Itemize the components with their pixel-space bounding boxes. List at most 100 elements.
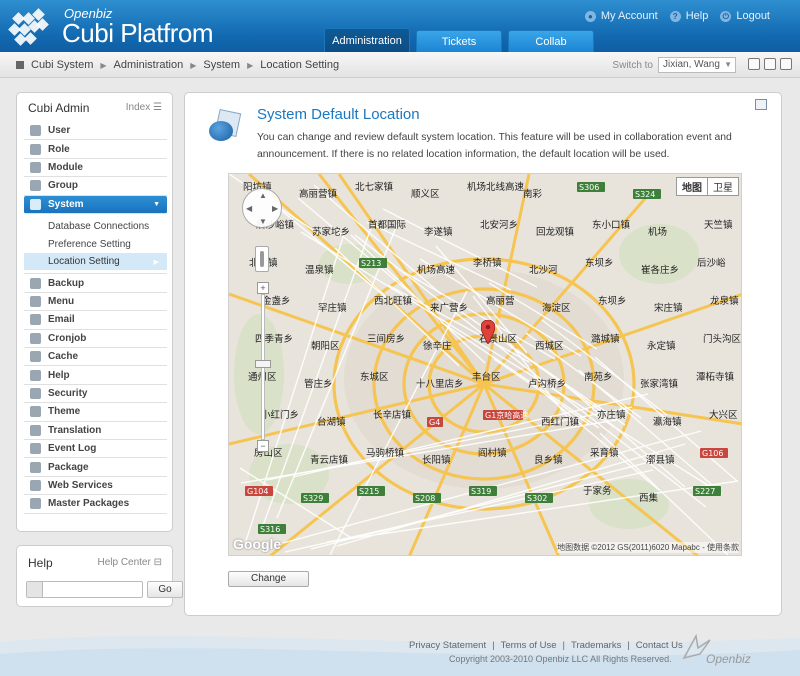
sidebar-item-cache[interactable]: Cache [24, 348, 167, 367]
sidebar-item-role[interactable]: Role [24, 140, 167, 159]
map-place-label: 十八里店乡 [416, 378, 464, 390]
help-link[interactable]: ? Help [669, 10, 709, 22]
main-tabs: Administration Tickets Collab [324, 28, 594, 52]
tab-administration[interactable]: Administration [324, 28, 410, 52]
help-panel: Help Help Center ⊟ Go [16, 545, 183, 607]
location-map[interactable]: 阳坊镇高丽营镇北七家镇顺义区机场北线高速南彩S306S324S309后沙峪镇苏家… [228, 173, 742, 556]
sidebar-index-link[interactable]: Index ☰ [126, 102, 162, 113]
edit-icon[interactable] [748, 58, 760, 70]
breadcrumb-item[interactable]: System [203, 59, 240, 71]
change-button[interactable]: Change [228, 571, 309, 587]
pan-down-icon[interactable]: ▼ [259, 217, 267, 226]
map-place-label: 台湖镇 [317, 416, 346, 428]
sidebar-item-group[interactable]: Group [24, 177, 167, 196]
translation-icon [30, 424, 41, 436]
sidebar-item-system[interactable]: System ▼ [24, 195, 167, 214]
toolbar-icons [748, 58, 792, 70]
help-center-link[interactable]: Help Center ⊟ [97, 557, 162, 568]
sidebar-item-menu[interactable]: Menu [24, 293, 167, 312]
map-place-label: 崔各庄乡 [641, 264, 679, 276]
map-place-label: 漷县镇 [646, 454, 675, 466]
breadcrumb-bar: Cubi System ▶ Administration ▶ System ▶ … [0, 52, 800, 78]
breadcrumb-item[interactable]: Administration [114, 59, 184, 71]
map-place-label: 顺义区 [411, 189, 440, 200]
map-marker-icon[interactable] [481, 320, 495, 344]
sidebar-item-email[interactable]: Email [24, 311, 167, 330]
map-place-label: 三间房乡 [367, 333, 405, 345]
sidebar-item-label: Group [48, 180, 78, 192]
map-place-label: 回龙观镇 [536, 226, 575, 238]
sidebar-item-translation[interactable]: Translation [24, 422, 167, 440]
pan-up-icon[interactable]: ▲ [259, 191, 267, 200]
pan-right-icon[interactable]: ▶ [272, 204, 278, 213]
sidebar-item-help[interactable]: Help [24, 366, 167, 385]
map-place-label: 北安河乡 [480, 219, 518, 231]
breadcrumb-separator-icon: ▶ [190, 60, 197, 70]
map-place-label: 西城区 [535, 341, 564, 352]
switch-user-select[interactable]: Jixian, Wang ▼ [658, 57, 736, 73]
sidebar-subitem-location-setting[interactable]: Location Setting ▶ [24, 252, 167, 271]
sidebar-subitem-label: Location Setting [48, 256, 120, 268]
sidebar-item-event-log[interactable]: Event Log [24, 440, 167, 459]
package-icon [30, 461, 41, 473]
sidebar-item-cronjob[interactable]: Cronjob [24, 330, 167, 349]
page-description: You can change and review default system… [257, 132, 732, 160]
logout-link[interactable]: ⏻ Logout [720, 10, 770, 22]
map-place-label: 西北旺镇 [374, 295, 413, 307]
sidebar-item-theme[interactable]: Theme [24, 403, 167, 422]
sidebar-item-security[interactable]: Security [24, 385, 167, 404]
map-place-label: 龙泉镇 [710, 295, 739, 307]
map-canvas[interactable]: 阳坊镇高丽营镇北七家镇顺义区机场北线高速南彩S306S324S309后沙峪镇苏家… [229, 174, 742, 556]
map-copyright[interactable]: 地图数据 ©2012 GS(2011)6020 Mapabc - 使用条款 [557, 542, 739, 553]
tab-collab[interactable]: Collab [508, 30, 594, 52]
page-options-icon[interactable] [755, 99, 767, 110]
breadcrumb-separator-icon: ▶ [100, 60, 107, 70]
contact-link[interactable]: Contact Us [636, 640, 683, 651]
map-place-label: S213 [361, 259, 381, 268]
street-view-pegman-icon[interactable] [255, 246, 269, 272]
sidebar-item-label: Backup [48, 277, 85, 289]
sidebar-item-module[interactable]: Module [24, 159, 167, 178]
tab-tickets[interactable]: Tickets [416, 30, 502, 52]
sidebar-item-master-packages[interactable]: Master Packages [24, 495, 167, 514]
sidebar-item-user[interactable]: User [24, 122, 167, 141]
terms-link[interactable]: Terms of Use [501, 640, 557, 651]
email-icon [30, 314, 41, 326]
sidebar-item-label: Package [48, 461, 89, 473]
sidebar-subitem-database-connections[interactable]: Database Connections [24, 218, 167, 236]
help-center-label: Help Center [97, 557, 151, 568]
app-logo[interactable]: Openbiz Cubi Platfrom [8, 4, 248, 50]
module-icon [30, 161, 41, 173]
footer-logo-text: Openbiz [706, 652, 751, 666]
trademarks-link[interactable]: Trademarks [571, 640, 621, 651]
my-account-link[interactable]: ● My Account [584, 10, 658, 22]
pan-left-icon[interactable]: ◀ [246, 204, 252, 213]
zoom-in-button[interactable]: + [257, 282, 269, 294]
privacy-link[interactable]: Privacy Statement [409, 640, 486, 651]
map-place-label: 朝阳区 [311, 341, 340, 352]
sidebar-item-package[interactable]: Package [24, 458, 167, 477]
map-place-label: 良乡镇 [534, 454, 563, 466]
sidebar-item-web-services[interactable]: Web Services [24, 477, 167, 496]
breadcrumb-item[interactable]: Cubi System [31, 59, 93, 71]
map-place-label: 张家湾镇 [640, 378, 679, 390]
theme-icon [30, 406, 41, 418]
zoom-slider-handle[interactable] [255, 360, 271, 368]
export-icon[interactable] [780, 58, 792, 70]
window-icon[interactable] [764, 58, 776, 70]
cache-icon [30, 351, 41, 363]
map-pan-control[interactable]: ▲ ▼ ◀ ▶ [242, 188, 282, 228]
help-search-input[interactable] [26, 581, 143, 598]
sidebar-item-backup[interactable]: Backup [24, 274, 167, 293]
map-place-label: 东小口镇 [592, 219, 631, 231]
sidebar-item-label: Security [48, 387, 88, 399]
help-go-button[interactable]: Go [147, 581, 183, 598]
map-type-switch: 地图 卫星 [676, 177, 739, 196]
help-label: Help [685, 10, 709, 22]
zoom-out-button[interactable]: − [257, 440, 269, 452]
map-type-satellite-button[interactable]: 卫星 [708, 178, 738, 195]
map-type-map-button[interactable]: 地图 [677, 178, 708, 195]
map-place-label: S302 [527, 494, 547, 503]
sidebar-subitem-preference-setting[interactable]: Preference Setting [24, 235, 167, 253]
google-logo: Google [233, 536, 282, 552]
